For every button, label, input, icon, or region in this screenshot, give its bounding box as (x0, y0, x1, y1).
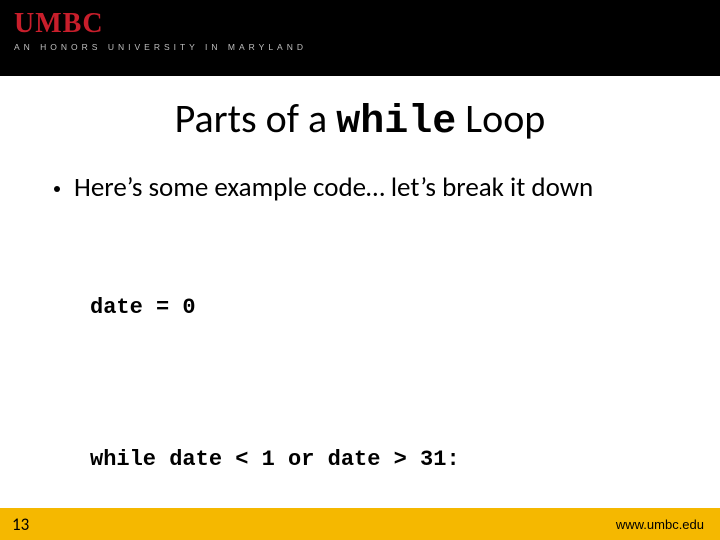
logo: UMBC (14, 8, 706, 40)
footer-url: www.umbc.edu (616, 517, 704, 532)
header-band: UMBC AN HONORS UNIVERSITY IN MARYLAND (0, 0, 720, 76)
bullet-icon (54, 186, 60, 192)
tagline: AN HONORS UNIVERSITY IN MARYLAND (14, 42, 706, 52)
footer-bar: 13 www.umbc.edu (0, 508, 720, 540)
title-mono: while (336, 100, 456, 145)
title-before: Parts of a (175, 94, 337, 143)
bullet-row: Here’s some example code… let’s break it… (54, 171, 720, 204)
title-after: Loop (456, 94, 545, 143)
code-line-2: while date < 1 or date > 31: (90, 447, 720, 472)
bullet-text: Here’s some example code… let’s break it… (74, 171, 593, 204)
code-line-1: date = 0 (90, 295, 720, 320)
page-number: 13 (12, 514, 29, 535)
slide-title: Parts of a while Loop (0, 94, 720, 145)
slide: UMBC AN HONORS UNIVERSITY IN MARYLAND Pa… (0, 0, 720, 540)
code-block: date = 0 while date < 1 or date > 31: da… (90, 244, 720, 540)
